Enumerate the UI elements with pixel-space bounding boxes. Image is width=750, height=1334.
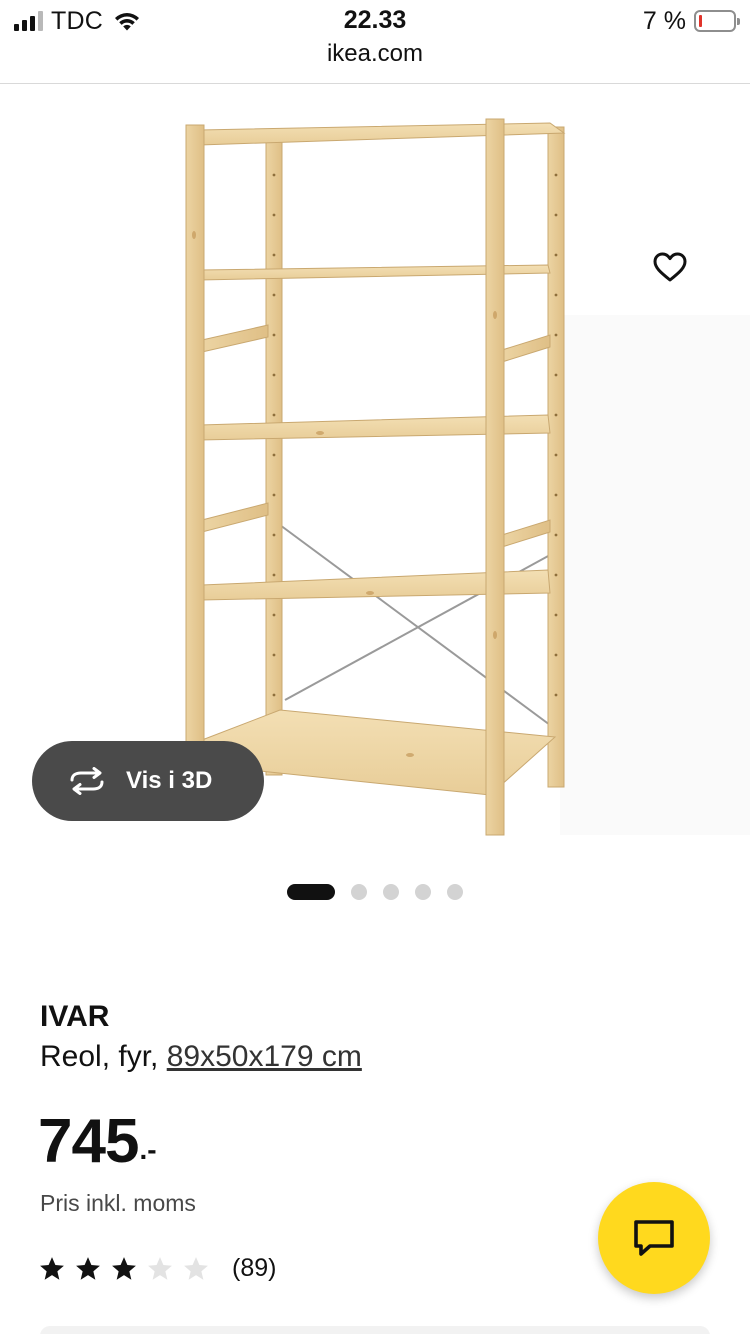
clock: 22.33 bbox=[343, 6, 407, 34]
star-filled-icon bbox=[40, 1256, 64, 1280]
star-empty-icon bbox=[184, 1256, 208, 1280]
price-amount: 745 bbox=[38, 1107, 139, 1176]
carousel-dot[interactable] bbox=[287, 884, 335, 900]
product-dimensions-link[interactable]: 89x50x179 cm bbox=[167, 1040, 362, 1073]
status-bar: TDC 22.33 7 % ikea.com bbox=[0, 0, 750, 84]
heart-outline-icon bbox=[653, 252, 687, 282]
carousel-indicator bbox=[0, 884, 750, 900]
battery-icon bbox=[694, 10, 740, 32]
carousel-dot[interactable] bbox=[383, 884, 399, 900]
rotate-3d-icon bbox=[70, 767, 104, 795]
view-3d-label: Vis i 3D bbox=[126, 767, 213, 794]
status-right: 7 % bbox=[642, 6, 740, 36]
view-3d-button[interactable]: Vis i 3D bbox=[32, 741, 264, 821]
star-filled-icon bbox=[76, 1256, 100, 1280]
carousel-dot[interactable] bbox=[447, 884, 463, 900]
battery-level-fill bbox=[699, 15, 702, 27]
chat-bubble-icon bbox=[634, 1220, 674, 1256]
price-suffix: .- bbox=[139, 1134, 157, 1165]
carousel-dot[interactable] bbox=[351, 884, 367, 900]
carousel-dot[interactable] bbox=[415, 884, 431, 900]
product-price: 745 .- bbox=[38, 1106, 157, 1178]
product-description: Reol, fyr, 89x50x179 cm bbox=[40, 1040, 362, 1074]
star-filled-icon bbox=[112, 1256, 136, 1280]
next-section-edge bbox=[40, 1326, 710, 1334]
review-count: (89) bbox=[232, 1254, 277, 1282]
chat-button[interactable] bbox=[598, 1182, 710, 1294]
favorite-button[interactable] bbox=[648, 245, 692, 289]
price-note: Pris inkl. moms bbox=[40, 1190, 196, 1216]
product-type: Reol, fyr, bbox=[40, 1040, 159, 1073]
battery-percent: 7 % bbox=[642, 6, 686, 35]
product-image-gallery[interactable] bbox=[0, 85, 750, 855]
address-bar-url[interactable]: ikea.com bbox=[0, 40, 750, 68]
product-rating[interactable]: (89) bbox=[38, 1254, 276, 1283]
star-empty-icon bbox=[148, 1256, 172, 1280]
product-name: IVAR bbox=[40, 1000, 110, 1033]
product-image[interactable] bbox=[150, 115, 590, 845]
